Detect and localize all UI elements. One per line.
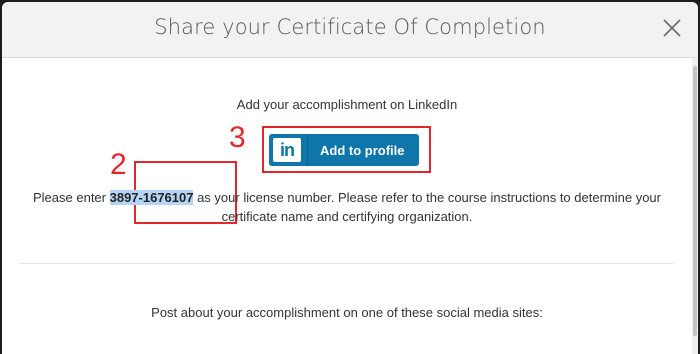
button-divider: [307, 134, 308, 166]
modal-body: Add your accomplishment on LinkedIn 3 in…: [2, 58, 692, 354]
step-3-label: 3: [229, 121, 246, 154]
license-suffix: as your license number. Please refer to …: [193, 190, 661, 224]
linkedin-intro-text: Add your accomplishment on LinkedIn: [236, 97, 458, 112]
scrollbar[interactable]: [692, 58, 698, 354]
share-certificate-modal: Share your Certificate Of Completion Add…: [2, 2, 698, 354]
modal-header: Share your Certificate Of Completion: [2, 2, 698, 58]
license-prefix: Please enter: [33, 190, 110, 205]
scrollbar-thumb[interactable]: [693, 66, 697, 336]
license-number[interactable]: 3897-1676107: [109, 190, 194, 205]
linkedin-logo-icon: in: [273, 138, 301, 162]
add-to-profile-button[interactable]: in Add to profile: [269, 134, 419, 166]
step-2-label: 2: [110, 148, 127, 181]
social-media-intro-text: Post about your accomplishment on one of…: [151, 305, 543, 320]
modal-title: Share your Certificate Of Completion: [154, 15, 546, 39]
section-divider: [20, 263, 674, 264]
add-to-profile-label: Add to profile: [320, 142, 405, 158]
close-icon[interactable]: [660, 16, 684, 40]
license-instructions: Please enter 3897-1676107 as your licens…: [22, 188, 672, 226]
